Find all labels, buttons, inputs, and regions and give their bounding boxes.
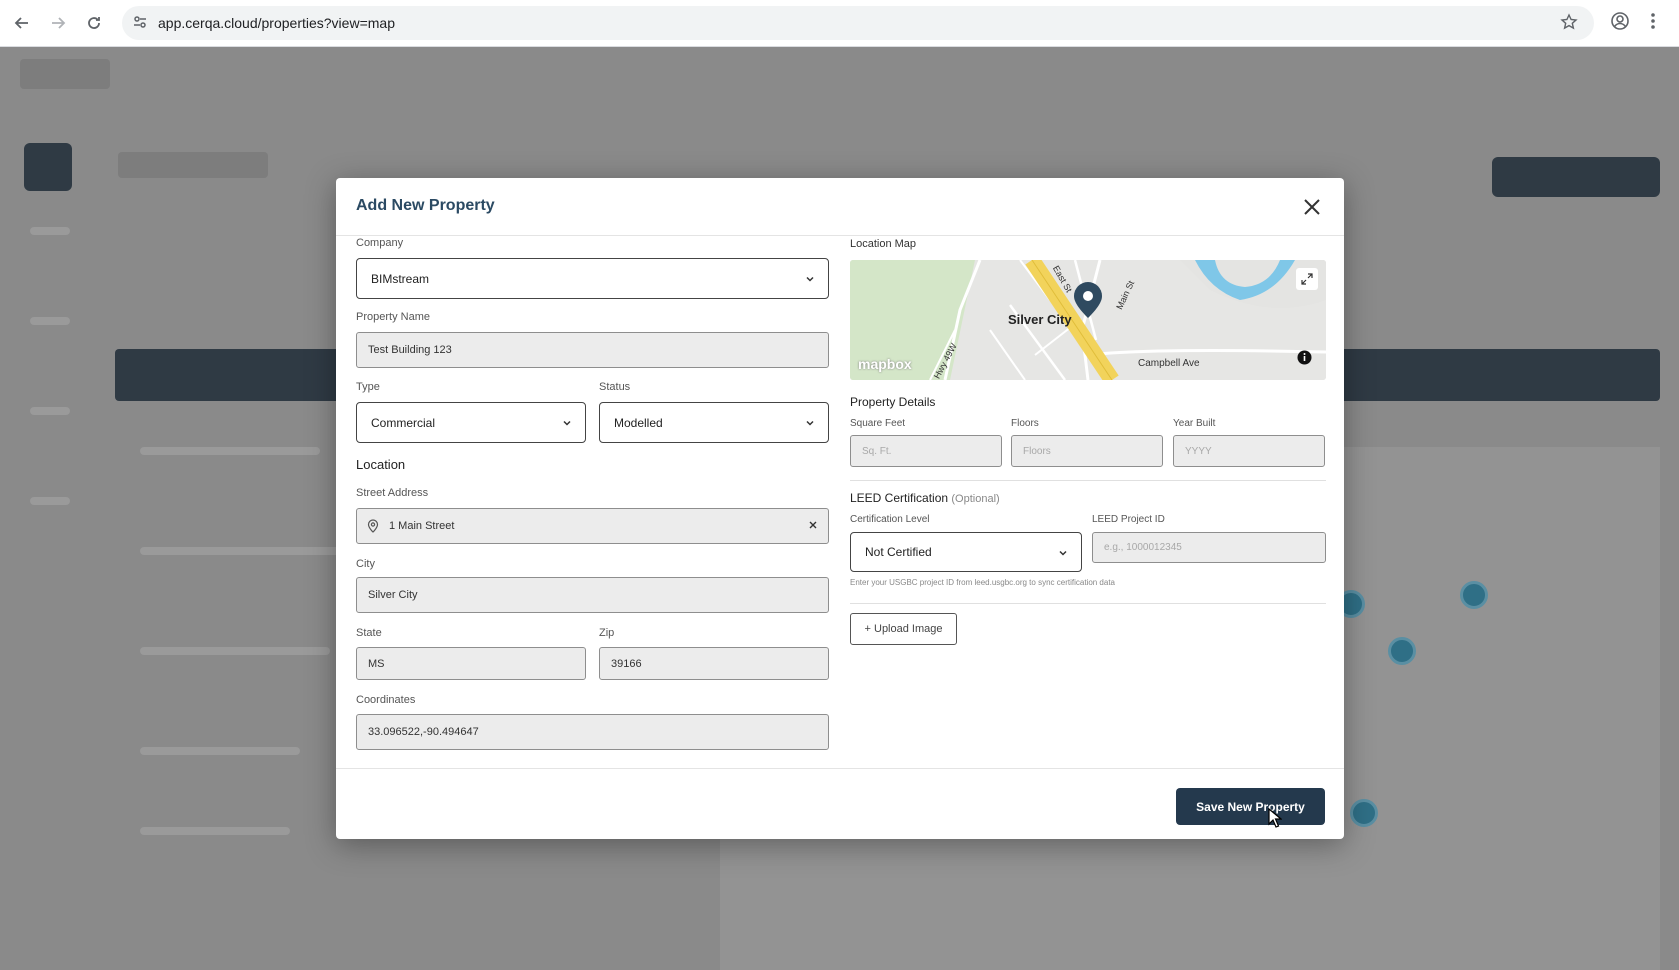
mouse-cursor-icon — [1268, 807, 1283, 833]
location-heading: Location — [356, 457, 406, 472]
year-built-label: Year Built — [1173, 418, 1216, 429]
clear-icon[interactable] — [808, 520, 818, 533]
coordinates-value: 33.096522,-90.494647 — [368, 726, 479, 738]
street-address-label: Street Address — [356, 487, 429, 499]
location-map-heading: Location Map — [850, 238, 917, 250]
state-label: State — [356, 627, 382, 639]
state-input[interactable]: MS — [356, 647, 586, 680]
menu-kebab-icon[interactable] — [1650, 11, 1656, 36]
certification-level-label: Certification Level — [850, 514, 930, 525]
location-pin-icon — [367, 519, 379, 533]
certification-level-select[interactable]: Not Certified — [850, 532, 1082, 572]
chevron-down-icon — [561, 417, 573, 432]
sidebar-item — [30, 407, 70, 415]
status-select[interactable]: Modelled — [599, 402, 829, 443]
add-property-modal: Add New Property Company BIMstream Prope… — [336, 178, 1344, 839]
type-value: Commercial — [371, 415, 436, 430]
map-marker — [1388, 637, 1416, 665]
reload-icon[interactable] — [81, 10, 107, 36]
forward-icon[interactable] — [45, 10, 71, 36]
floors-input[interactable]: Floors — [1011, 435, 1163, 467]
modal-header: Add New Property — [336, 178, 1344, 236]
modal-footer: Save New Property — [336, 768, 1344, 839]
leed-heading: LEED Certification (Optional) — [850, 491, 1000, 505]
street-address-value: 1 Main Street — [389, 520, 455, 532]
divider — [850, 603, 1326, 604]
profile-icon[interactable] — [1610, 11, 1630, 36]
optional-tag: (Optional) — [951, 493, 1000, 505]
zip-input[interactable]: 39166 — [599, 647, 829, 680]
mapbox-logo: mapbox — [858, 356, 912, 372]
map-canvas — [850, 260, 1326, 380]
modal-title: Add New Property — [356, 197, 495, 214]
state-value: MS — [368, 657, 385, 670]
page-heading — [118, 152, 268, 178]
floors-label: Floors — [1011, 418, 1039, 429]
leed-project-id-label: LEED Project ID — [1092, 514, 1165, 525]
chevron-down-icon — [804, 273, 816, 288]
back-icon[interactable] — [9, 10, 35, 36]
map-marker — [1350, 799, 1378, 827]
info-icon[interactable] — [1297, 350, 1312, 370]
year-built-placeholder: YYYY — [1185, 445, 1212, 457]
city-value: Silver City — [368, 589, 418, 601]
zip-value: 39166 — [611, 657, 642, 670]
divider — [850, 480, 1326, 481]
leed-heading-text: LEED Certification — [850, 491, 949, 505]
bookmark-star-icon[interactable] — [1560, 13, 1578, 36]
location-map[interactable]: Silver City East St Main St Campbell Ave… — [850, 260, 1326, 380]
list-item — [140, 747, 300, 755]
site-settings-icon[interactable] — [132, 14, 148, 35]
map-place-label: Silver City — [1008, 312, 1072, 327]
add-property-button-bg — [1492, 157, 1660, 197]
floors-placeholder: Floors — [1023, 445, 1051, 457]
list-item — [140, 647, 330, 655]
close-icon[interactable] — [1300, 195, 1324, 219]
leed-hint-text: Enter your USGBC project ID from leed.us… — [850, 578, 1116, 587]
square-feet-input[interactable]: Sq. Ft. — [850, 435, 1002, 467]
property-name-input[interactable]: Test Building 123 — [356, 332, 829, 368]
sidebar-item — [30, 497, 70, 505]
type-label: Type — [356, 381, 380, 393]
property-details-heading: Property Details — [850, 395, 936, 409]
square-feet-label: Square Feet — [850, 418, 906, 429]
zip-label: Zip — [599, 627, 615, 639]
upload-image-button[interactable]: + Upload Image — [850, 613, 957, 645]
app-logo — [20, 59, 110, 89]
list-item — [140, 547, 340, 555]
company-select[interactable]: BIMstream — [356, 258, 829, 299]
map-street-label: Campbell Ave — [1138, 358, 1200, 369]
sidebar-item — [30, 227, 70, 235]
street-address-input[interactable]: 1 Main Street — [356, 508, 829, 544]
company-label: Company — [356, 237, 404, 249]
square-feet-placeholder: Sq. Ft. — [862, 445, 892, 457]
save-new-property-button[interactable]: Save New Property — [1176, 788, 1325, 825]
property-name-label: Property Name — [356, 311, 430, 323]
city-input[interactable]: Silver City — [356, 577, 829, 613]
status-label: Status — [599, 381, 631, 393]
coordinates-label: Coordinates — [356, 694, 416, 706]
coordinates-input[interactable]: 33.096522,-90.494647 — [356, 714, 829, 750]
map-marker — [1460, 581, 1488, 609]
certification-level-value: Not Certified — [865, 545, 932, 559]
list-item — [140, 447, 320, 455]
year-built-input[interactable]: YYYY — [1173, 435, 1325, 467]
chevron-down-icon — [804, 417, 816, 432]
browser-toolbar: app.cerqa.cloud/properties?view=map — [0, 0, 1679, 47]
address-bar[interactable]: app.cerqa.cloud/properties?view=map — [122, 6, 1594, 40]
status-value: Modelled — [614, 415, 663, 430]
property-name-value: Test Building 123 — [368, 344, 452, 356]
city-label: City — [356, 558, 375, 570]
leed-project-id-placeholder: e.g., 1000012345 — [1104, 542, 1182, 553]
list-item — [140, 827, 290, 835]
fullscreen-icon[interactable] — [1296, 268, 1318, 290]
company-value: BIMstream — [371, 271, 430, 286]
leed-project-id-input[interactable]: e.g., 1000012345 — [1092, 532, 1326, 563]
type-select[interactable]: Commercial — [356, 402, 586, 443]
sidebar-active-item — [24, 143, 72, 191]
sidebar-item — [30, 317, 70, 325]
chevron-down-icon — [1057, 547, 1069, 562]
url-text: app.cerqa.cloud/properties?view=map — [158, 15, 395, 31]
